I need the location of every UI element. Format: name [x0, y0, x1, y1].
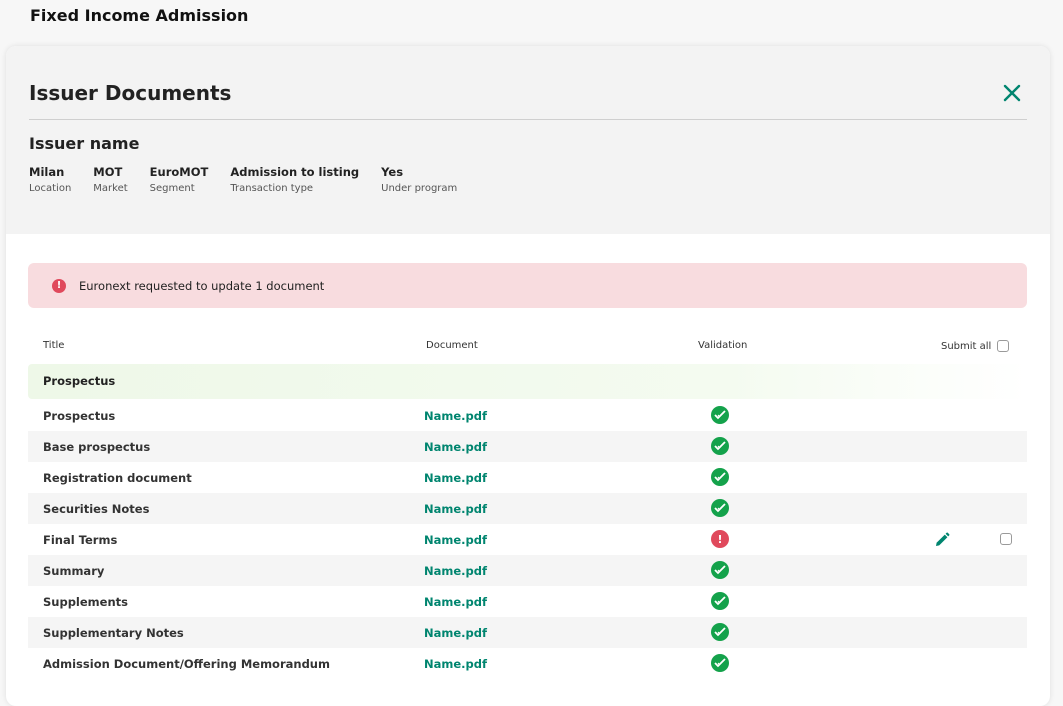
table-header: Title Document Validation Submit all	[28, 336, 1027, 356]
meta-label: Location	[29, 183, 72, 194]
table-row: Final Terms Name.pdf !	[28, 524, 1027, 555]
document-rows: Prospectus Name.pdf Base prospectus Name…	[28, 400, 1027, 679]
table-row: Securities Notes Name.pdf	[28, 493, 1027, 524]
issuer-documents-modal: Issuer Documents Issuer name Milan Locat…	[6, 46, 1050, 706]
page-title: Fixed Income Admission	[30, 6, 249, 25]
table-row: Summary Name.pdf	[28, 555, 1027, 586]
row-title: Registration document	[43, 471, 192, 485]
document-link[interactable]: Name.pdf	[424, 564, 487, 578]
edit-button[interactable]	[933, 531, 951, 549]
document-link[interactable]: Name.pdf	[424, 626, 487, 640]
group-row-prospectus: Prospectus	[28, 364, 1027, 399]
submit-all-label: Submit all	[941, 340, 992, 352]
validated-icon	[711, 592, 729, 610]
table-row: Base prospectus Name.pdf	[28, 431, 1027, 462]
table-row: Supplementary Notes Name.pdf	[28, 617, 1027, 648]
meta-location: Milan Location	[29, 165, 71, 196]
document-link[interactable]: Name.pdf	[424, 657, 487, 671]
meta-transaction-type: Admission to listing Transaction type	[230, 165, 359, 196]
meta-under-program: Yes Under program	[381, 165, 457, 196]
meta-value: EuroMOT	[149, 165, 209, 179]
exclamation-icon: !	[52, 278, 66, 293]
validated-icon	[711, 406, 729, 424]
row-title: Admission Document/Offering Memorandum	[43, 657, 330, 671]
issuer-name: Issuer name	[29, 134, 140, 153]
row-title: Prospectus	[43, 409, 116, 423]
row-title: Summary	[43, 564, 105, 578]
row-title: Supplements	[43, 595, 128, 609]
document-link[interactable]: Name.pdf	[424, 533, 487, 547]
column-header-title: Title	[43, 340, 65, 351]
document-link[interactable]: Name.pdf	[424, 471, 487, 485]
issuer-meta: Milan Location MOT Market EuroMOT Segmen…	[29, 165, 479, 196]
row-submit-checkbox[interactable]	[1000, 533, 1012, 545]
validated-icon	[711, 437, 729, 455]
meta-label: Transaction type	[230, 183, 314, 194]
meta-label: Under program	[381, 183, 458, 194]
meta-value: Admission to listing	[230, 165, 360, 179]
modal-title: Issuer Documents	[29, 81, 232, 105]
row-title: Supplementary Notes	[43, 626, 184, 640]
meta-value: MOT	[93, 165, 123, 179]
alert-text: Euronext requested to update 1 document	[79, 278, 325, 293]
row-title: Securities Notes	[43, 502, 150, 516]
validated-icon	[711, 499, 729, 517]
meta-value: Yes	[381, 165, 404, 179]
table-row: Admission Document/Offering Memorandum N…	[28, 648, 1027, 679]
table-row: Registration document Name.pdf	[28, 462, 1027, 493]
row-title: Base prospectus	[43, 440, 151, 454]
header-divider	[29, 119, 1027, 120]
column-header-validation: Validation	[698, 340, 748, 351]
meta-segment: EuroMOT Segment	[150, 165, 209, 196]
table-row: Supplements Name.pdf	[28, 586, 1027, 617]
validated-icon	[711, 468, 729, 486]
validated-icon	[711, 623, 729, 641]
modal-header: Issuer Documents Issuer name Milan Locat…	[6, 46, 1050, 234]
document-link[interactable]: Name.pdf	[424, 409, 487, 423]
close-icon	[1003, 84, 1021, 102]
document-link[interactable]: Name.pdf	[424, 440, 487, 454]
document-link[interactable]: Name.pdf	[424, 502, 487, 516]
document-link[interactable]: Name.pdf	[424, 595, 487, 609]
update-request-alert: ! Euronext requested to update 1 documen…	[28, 263, 1027, 308]
meta-market: MOT Market	[93, 165, 127, 196]
submit-all: Submit all	[941, 340, 1010, 352]
validated-icon	[711, 561, 729, 579]
table-row: Prospectus Name.pdf	[28, 400, 1027, 431]
row-title: Final Terms	[43, 533, 118, 547]
meta-value: Milan	[29, 165, 65, 179]
group-label: Prospectus	[43, 374, 116, 388]
meta-label: Segment	[149, 183, 195, 194]
submit-all-checkbox[interactable]	[997, 340, 1010, 352]
warning-icon: !	[711, 530, 729, 548]
validated-icon	[711, 654, 729, 672]
column-header-document: Document	[426, 340, 478, 351]
meta-label: Market	[93, 183, 128, 194]
pencil-icon	[936, 532, 950, 546]
close-button[interactable]	[1000, 81, 1024, 105]
